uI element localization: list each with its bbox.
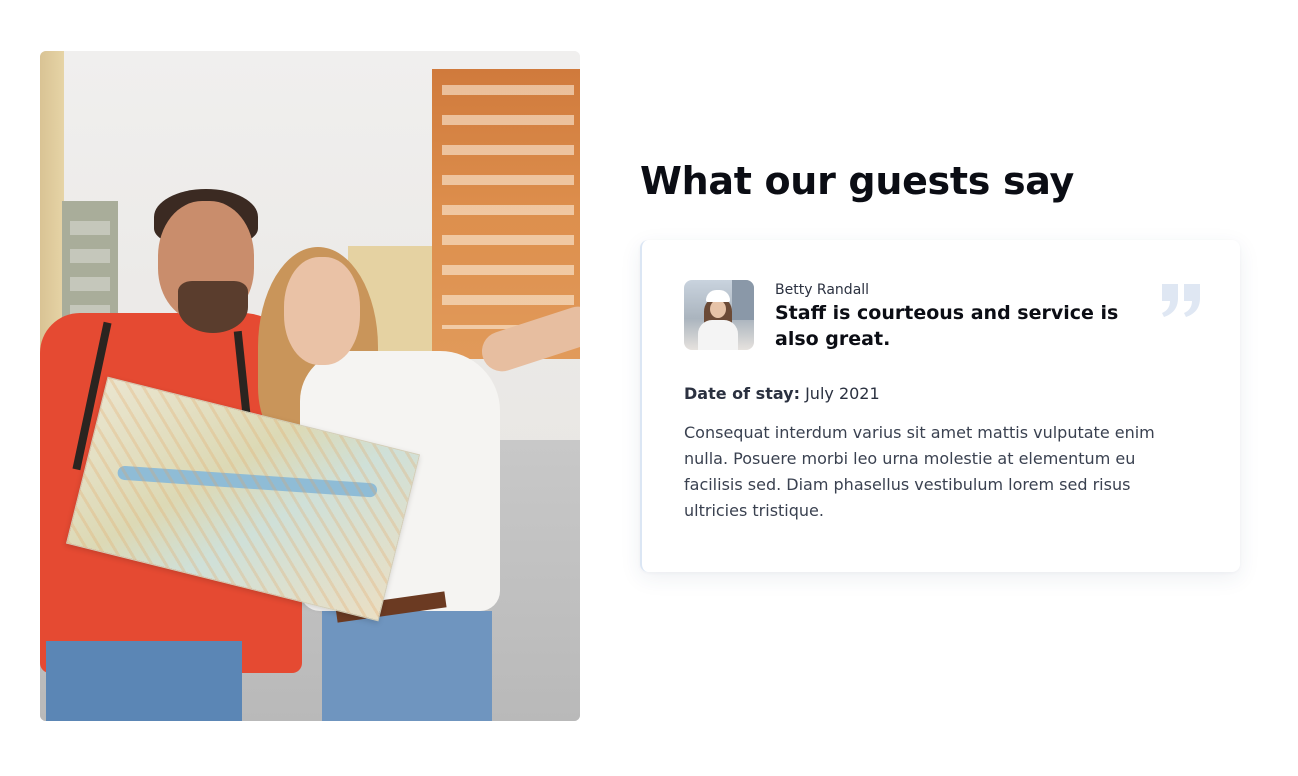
avatar-hat [706, 290, 730, 302]
avatar-background-building [732, 280, 754, 320]
photo-man-jeans [46, 641, 242, 721]
photo-woman-jeans [322, 611, 492, 721]
date-of-stay-label: Date of stay: [684, 384, 800, 403]
date-of-stay-value: July 2021 [805, 384, 880, 403]
quote-icon [1162, 284, 1200, 317]
photo-woman-head [284, 257, 360, 365]
review-title: Staff is courteous and service is also g… [775, 302, 1119, 350]
testimonials-section: What our guests say Betty Randall Staff … [0, 0, 1298, 776]
date-of-stay: Date of stay: July 2021 [684, 384, 880, 403]
testimonial-card: Betty Randall Staff is courteous and ser… [640, 240, 1240, 572]
review-body: Consequat interdum varius sit amet matti… [684, 423, 1155, 520]
avatar-face [710, 300, 726, 318]
quote-mark-left [1162, 284, 1178, 317]
reviewer-avatar [684, 280, 754, 350]
reviewer-name: Betty Randall [775, 282, 870, 298]
quote-mark-right [1184, 284, 1200, 317]
section-heading: What our guests say [640, 159, 1074, 203]
guests-photo [40, 51, 580, 721]
photo-man-beard [178, 281, 248, 333]
avatar-body [698, 320, 738, 350]
